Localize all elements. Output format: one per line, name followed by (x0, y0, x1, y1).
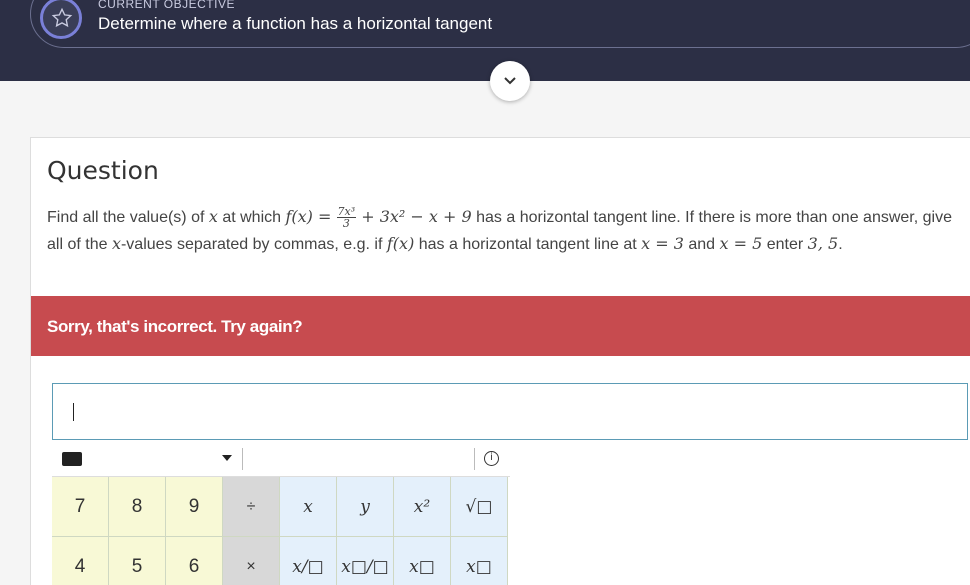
question-text-segment: Find all the value(s) of (47, 209, 209, 226)
feedback-message: Sorry, that's incorrect. Try again? (47, 317, 303, 336)
key-mixed-fraction[interactable]: x□/□ (337, 537, 394, 585)
math-polynomial: + 3x² − x + 9 (356, 207, 472, 226)
question-text-segment: -values separated by commas, e.g. if (120, 236, 387, 253)
math-fraction: 7x³ 3 (336, 206, 357, 231)
key-subscript[interactable]: x□ (451, 537, 508, 585)
question-text: Find all the value(s) of x at which f(x)… (47, 204, 967, 258)
answer-input[interactable] (52, 383, 968, 440)
question-text-segment: . (838, 236, 843, 253)
objective-header: CURRENT OBJECTIVE Determine where a func… (0, 0, 970, 81)
math-function: f(x) (386, 234, 415, 253)
key-sqrt[interactable]: √□ (451, 477, 508, 537)
key-4[interactable]: 4 (52, 537, 109, 585)
expand-objective-button[interactable] (490, 61, 530, 101)
math-equals: = (312, 207, 337, 226)
key-x[interactable]: x (280, 477, 337, 537)
math-var: x (208, 207, 218, 226)
text-caret (73, 403, 74, 421)
feedback-banner: Sorry, that's incorrect. Try again? (31, 296, 970, 356)
chevron-down-icon (504, 77, 516, 85)
math-keyboard-toolbar: i (52, 440, 510, 477)
info-icon[interactable]: i (484, 451, 499, 466)
math-example: 3, 5 (807, 234, 839, 253)
key-square[interactable]: x² (394, 477, 451, 537)
math-function: f(x) (285, 207, 313, 226)
key-y[interactable]: y (337, 477, 394, 537)
question-text-segment: has a horizontal tangent line at (414, 236, 642, 253)
key-9[interactable]: 9 (166, 477, 223, 537)
keyboard-icon[interactable] (62, 452, 82, 466)
objective-label: CURRENT OBJECTIVE (98, 0, 235, 11)
question-text-segment: at which (217, 209, 286, 226)
question-text-segment: and (683, 236, 720, 253)
key-power[interactable]: x□ (394, 537, 451, 585)
key-7[interactable]: 7 (52, 477, 109, 537)
fraction-denominator: 3 (342, 217, 350, 231)
key-5[interactable]: 5 (109, 537, 166, 585)
toolbar-divider (242, 448, 243, 470)
key-8[interactable]: 8 (109, 477, 166, 537)
math-expression: x = 5 (719, 234, 763, 253)
toolbar-divider (474, 448, 475, 470)
question-card: Question Find all the value(s) of x at w… (30, 137, 970, 585)
question-text-segment: enter (762, 236, 808, 253)
key-divide[interactable]: ÷ (223, 477, 280, 537)
dropdown-arrow-icon[interactable] (222, 455, 232, 461)
math-var: x (111, 234, 121, 253)
key-6[interactable]: 6 (166, 537, 223, 585)
question-heading: Question (47, 156, 159, 185)
math-expression: x = 3 (641, 234, 684, 253)
key-multiply[interactable]: × (223, 537, 280, 585)
key-fraction[interactable]: x/□ (280, 537, 337, 585)
objective-title: Determine where a function has a horizon… (98, 14, 493, 33)
